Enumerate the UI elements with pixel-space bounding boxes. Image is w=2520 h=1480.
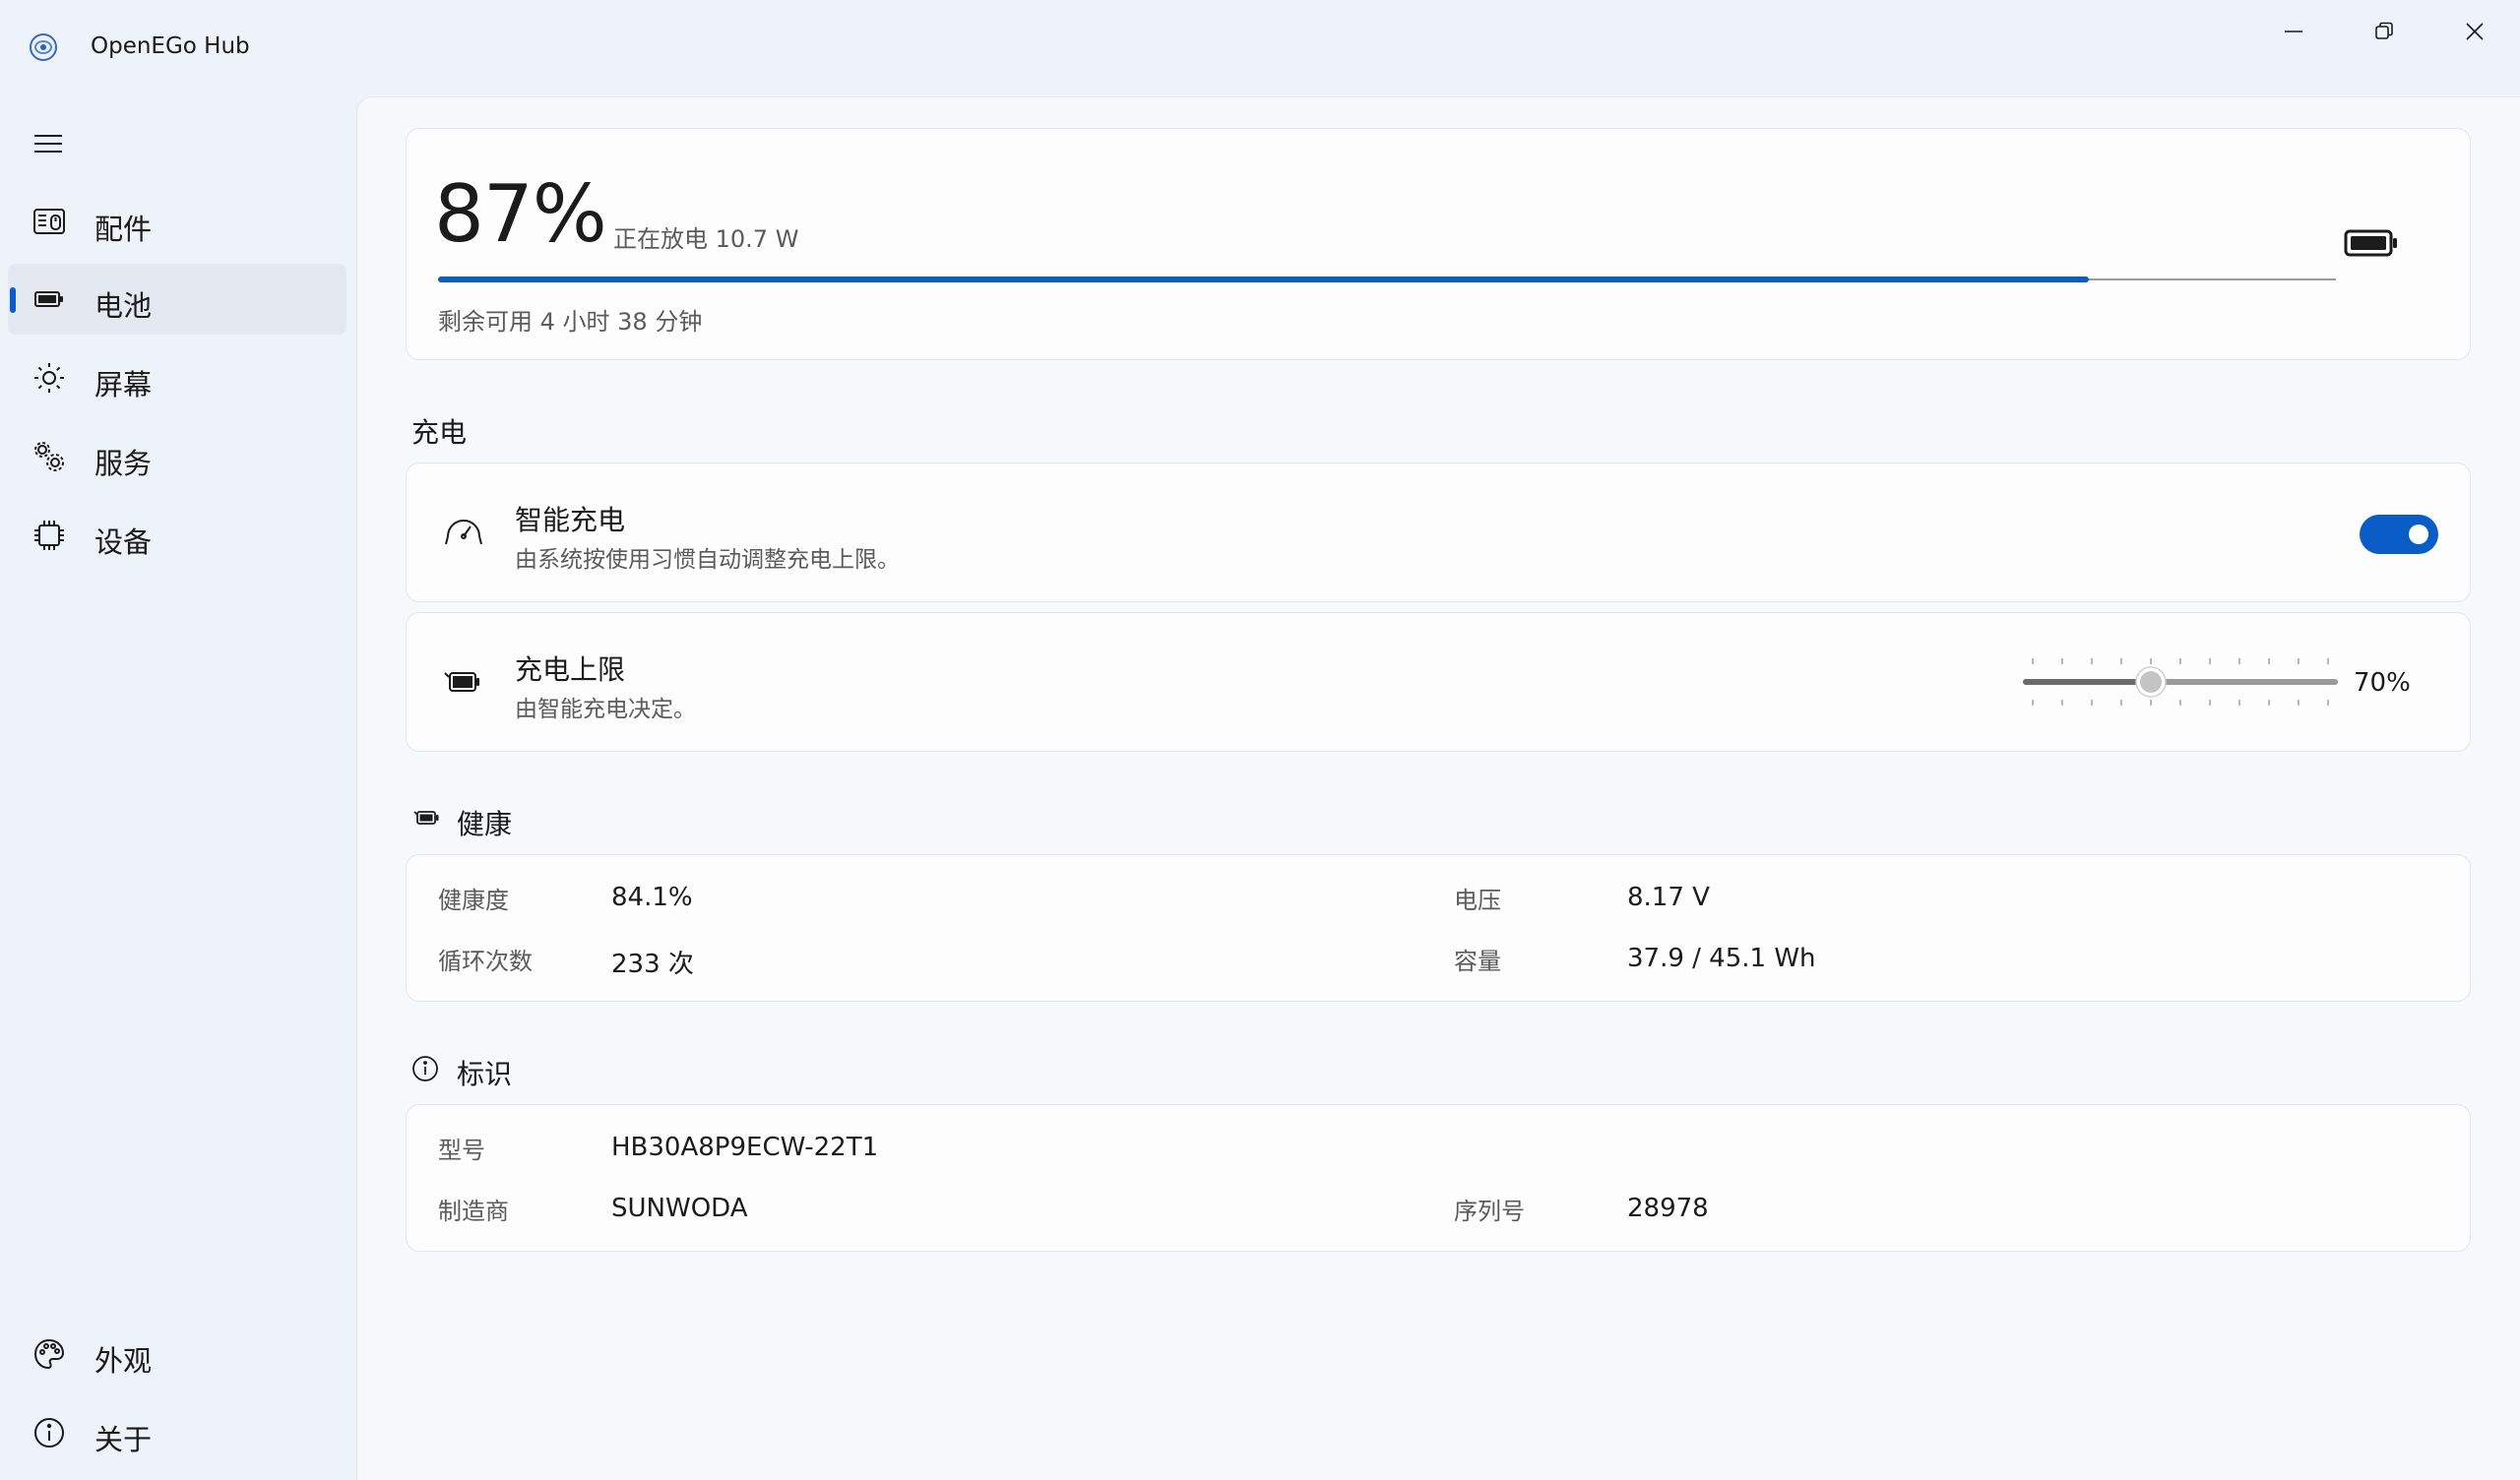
battery-status-icon bbox=[2344, 229, 2397, 257]
brightness-icon bbox=[30, 358, 69, 398]
charging-section-title: 充电 bbox=[411, 416, 468, 449]
sidebar-item-about[interactable]: 关于 bbox=[8, 1397, 346, 1468]
slider-thumb-core bbox=[2140, 671, 2162, 693]
voltage-label: 电压 bbox=[1454, 887, 1501, 914]
hamburger-icon bbox=[34, 135, 62, 153]
charge-limit-value: 70% bbox=[2354, 668, 2411, 698]
health-label: 健康度 bbox=[438, 887, 509, 914]
sidebar-item-appearance[interactable]: 外观 bbox=[8, 1319, 346, 1389]
remaining-time: 剩余可用 4 小时 38 分钟 bbox=[438, 308, 703, 336]
identity-section-title: 标识 bbox=[457, 1058, 513, 1090]
battery-overview-card: 87% 正在放电 10.7 W 剩余可用 4 小时 38 分钟 bbox=[406, 128, 2471, 360]
sidebar-item-accessories[interactable]: 配件 bbox=[8, 187, 346, 258]
discharge-status: 正在放电 10.7 W bbox=[613, 225, 799, 253]
sidebar-item-label: 屏幕 bbox=[94, 368, 153, 401]
sidebar-item-label: 关于 bbox=[94, 1423, 153, 1456]
close-icon bbox=[2466, 23, 2484, 40]
health-card: 健康度 84.1% 循环次数 233 次 电压 8.17 V 容量 37.9 /… bbox=[406, 854, 2471, 1002]
smart-charging-toggle[interactable] bbox=[2360, 515, 2438, 554]
battery-icon bbox=[30, 279, 69, 319]
health-section-title: 健康 bbox=[457, 808, 513, 840]
manufacturer-value: SUNWODA bbox=[611, 1194, 748, 1223]
sidebar-item-services[interactable]: 服务 bbox=[8, 421, 346, 492]
battery-percent: 87% bbox=[434, 168, 607, 260]
chip-icon bbox=[30, 516, 69, 555]
sidebar-item-label: 服务 bbox=[94, 447, 153, 480]
sidebar-item-label: 配件 bbox=[94, 213, 153, 246]
close-button[interactable] bbox=[2429, 0, 2520, 63]
battery-health-icon bbox=[413, 811, 439, 825]
serial-number-label: 序列号 bbox=[1454, 1198, 1525, 1225]
sidebar-item-label: 设备 bbox=[94, 525, 153, 559]
charge-limit-subtitle: 由智能充电决定。 bbox=[515, 697, 696, 722]
palette-icon bbox=[30, 1334, 69, 1374]
sidebar-item-screen[interactable]: 屏幕 bbox=[8, 342, 346, 413]
charge-limit-slider[interactable] bbox=[2021, 652, 2340, 711]
serial-number-value: 28978 bbox=[1627, 1194, 1709, 1223]
sidebar-item-label: 电池 bbox=[94, 289, 153, 323]
cycle-count-label: 循环次数 bbox=[438, 948, 533, 975]
model-label: 型号 bbox=[438, 1137, 485, 1164]
cycle-count-value: 233 次 bbox=[611, 950, 694, 979]
capacity-label: 容量 bbox=[1454, 948, 1501, 975]
minimize-button[interactable] bbox=[2248, 0, 2339, 63]
restore-button[interactable] bbox=[2339, 0, 2429, 63]
identity-card: 型号 HB30A8P9ECW-22T1 制造商 SUNWODA 序列号 2897… bbox=[406, 1104, 2471, 1252]
sidebar-item-device[interactable]: 设备 bbox=[8, 500, 346, 571]
sidebar-item-label: 外观 bbox=[94, 1344, 153, 1378]
smart-charging-card: 智能充电 由系统按使用习惯自动调整充电上限。 bbox=[406, 462, 2471, 602]
battery-charge-icon bbox=[442, 660, 485, 704]
gauge-icon bbox=[442, 511, 485, 554]
accessories-icon bbox=[30, 203, 69, 242]
services-gear-icon bbox=[30, 437, 69, 476]
model-value: HB30A8P9ECW-22T1 bbox=[611, 1133, 879, 1162]
slider-fill bbox=[2023, 679, 2151, 685]
app-logo-icon bbox=[30, 33, 57, 61]
charge-limit-card: 充电上限 由智能充电决定。 70% bbox=[406, 612, 2471, 752]
info-icon bbox=[30, 1413, 69, 1452]
restore-icon bbox=[2375, 22, 2393, 39]
menu-toggle-button[interactable] bbox=[24, 122, 73, 165]
info-icon bbox=[412, 1056, 438, 1081]
health-value: 84.1% bbox=[611, 883, 693, 912]
charge-limit-title: 充电上限 bbox=[515, 653, 626, 686]
manufacturer-label: 制造商 bbox=[438, 1198, 509, 1225]
selection-indicator bbox=[10, 287, 16, 313]
battery-progress-fill bbox=[438, 277, 2089, 282]
app-title: OpenEGo Hub bbox=[91, 33, 250, 59]
capacity-value: 37.9 / 45.1 Wh bbox=[1627, 944, 1816, 973]
smart-charging-title: 智能充电 bbox=[515, 504, 626, 536]
smart-charging-subtitle: 由系统按使用习惯自动调整充电上限。 bbox=[515, 547, 900, 573]
voltage-value: 8.17 V bbox=[1627, 883, 1710, 912]
title-bar: OpenEGo Hub bbox=[0, 0, 2520, 96]
minimize-icon bbox=[2285, 31, 2302, 32]
toggle-knob bbox=[2409, 524, 2428, 544]
sidebar-item-battery[interactable]: 电池 bbox=[8, 264, 346, 335]
